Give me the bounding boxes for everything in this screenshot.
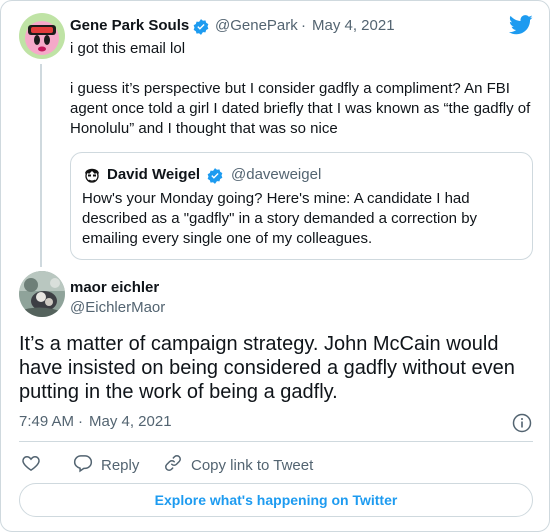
quoted-author-name: David Weigel xyxy=(107,166,201,183)
explore-twitter-button[interactable]: Explore what's happening on Twitter xyxy=(19,483,533,517)
dot-separator: · xyxy=(78,413,83,430)
thread-connector-line xyxy=(40,64,42,267)
verified-badge-icon xyxy=(192,18,210,41)
info-icon[interactable] xyxy=(512,413,532,438)
tweet-author-name[interactable]: Gene Park Souls xyxy=(70,17,189,34)
copy-link-label: Copy link to Tweet xyxy=(191,456,314,474)
copy-link-button[interactable]: Copy link to Tweet xyxy=(163,453,313,477)
gene-park-avatar[interactable] xyxy=(19,13,65,59)
david-weigel-avatar xyxy=(82,165,102,185)
reply-time[interactable]: 7:49 AM xyxy=(19,413,74,430)
quoted-tweet[interactable]: David Weigel @daveweigel How's your Mond… xyxy=(70,152,533,260)
verified-badge-icon xyxy=(206,167,224,190)
dot-separator: · xyxy=(301,17,306,34)
reply-tweet-text: It’s a matter of campaign strategy. John… xyxy=(19,333,515,403)
quoted-author-handle: @daveweigel xyxy=(231,166,322,183)
maor-eichler-avatar[interactable] xyxy=(19,271,65,317)
reply-date[interactable]: May 4, 2021 xyxy=(89,413,172,430)
embedded-tweet-card: Gene Park Souls @GenePark · May 4, 2021 … xyxy=(0,0,550,532)
quoted-tweet-text: How's your Monday going? Here's mine: A … xyxy=(82,190,478,247)
divider xyxy=(19,441,533,442)
reply-button[interactable]: Reply xyxy=(73,453,139,477)
reply-bubble-icon xyxy=(73,453,93,477)
tweet-text-body: i guess it’s perspective but I consider … xyxy=(70,80,531,137)
link-icon xyxy=(163,453,183,477)
reply-author-handle[interactable]: @EichlerMaor xyxy=(70,299,165,316)
like-button[interactable] xyxy=(21,453,41,477)
reply-label: Reply xyxy=(101,456,140,474)
explore-label: Explore what's happening on Twitter xyxy=(154,492,398,508)
heart-icon xyxy=(21,453,41,477)
tweet-date[interactable]: May 4, 2021 xyxy=(312,17,395,34)
reply-author-name[interactable]: maor eichler xyxy=(70,279,159,296)
twitter-bird-icon[interactable] xyxy=(508,15,533,40)
tweet-author-handle[interactable]: @GenePark xyxy=(215,17,298,34)
tweet-text-line1: i got this email lol xyxy=(70,40,186,57)
